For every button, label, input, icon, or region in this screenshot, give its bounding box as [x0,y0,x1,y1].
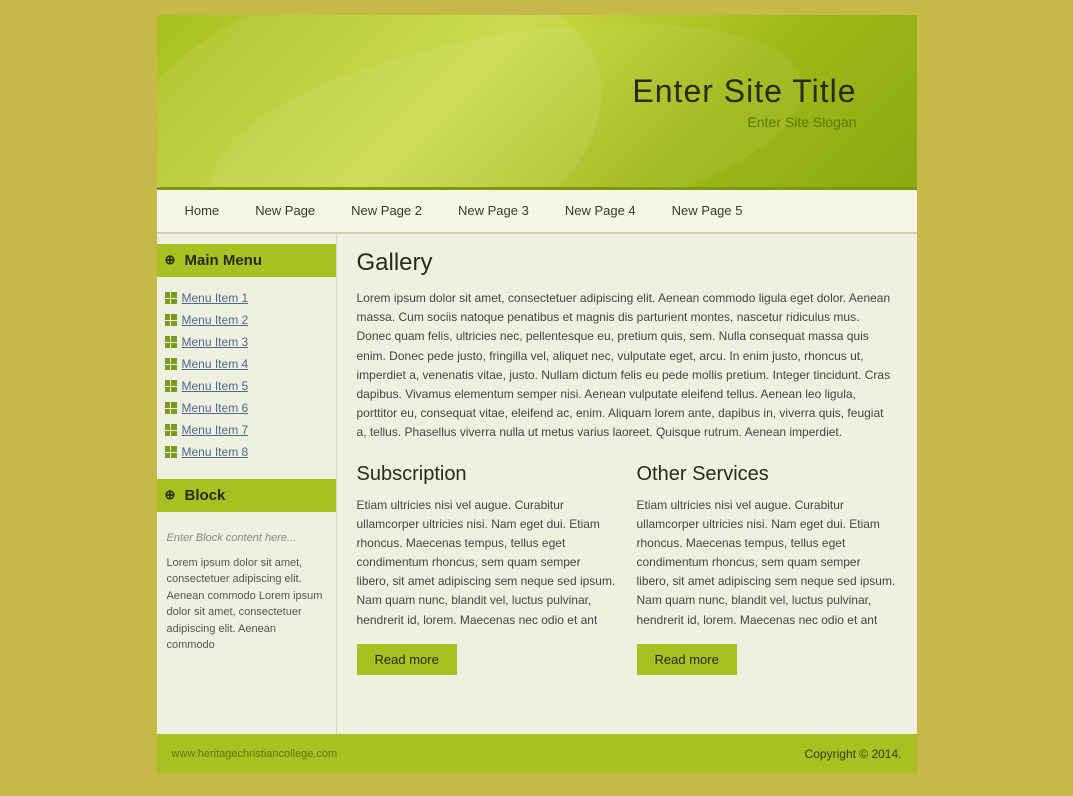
nav-new-page-4[interactable]: New Page 4 [547,189,654,233]
sidebar-item-5[interactable]: Menu Item 5 [157,375,336,397]
subscription-read-more-button[interactable]: Read more [357,644,457,675]
nav-new-page-3[interactable]: New Page 3 [440,189,547,233]
sidebar-item-8[interactable]: Menu Item 8 [157,441,336,463]
block-placeholder: Enter Block content here... [167,530,326,547]
grid-icon-3 [165,336,177,348]
subscription-title: Subscription [357,463,617,486]
other-services-title: Other Services [637,463,897,486]
site-slogan: Enter Site Slogan [748,114,857,130]
sidebar-item-2[interactable]: Menu Item 2 [157,309,336,331]
sidebar-item-3[interactable]: Menu Item 3 [157,331,336,353]
two-column-section: Subscription Etiam ultricies nisi vel au… [357,463,897,675]
sidebar-item-1[interactable]: Menu Item 1 [157,287,336,309]
grid-icon-2 [165,314,177,326]
nav-new-page-2[interactable]: New Page 2 [333,189,440,233]
sidebar-item-4[interactable]: Menu Item 4 [157,353,336,375]
gallery-title: Gallery [357,249,897,277]
other-services-text: Etiam ultricies nisi vel augue. Curabitu… [637,496,897,630]
page-wrapper: Enter Site Title Enter Site Slogan Home … [157,15,917,774]
grid-icon-1 [165,292,177,304]
grid-icon-8 [165,446,177,458]
block-content: Enter Block content here... Lorem ipsum … [157,522,336,662]
nav-new-page[interactable]: New Page [237,189,333,233]
subscription-col: Subscription Etiam ultricies nisi vel au… [357,463,617,675]
main-area: Main Menu Menu Item 1 Menu Item 2 Menu I… [157,234,917,734]
block-text: Lorem ipsum dolor sit amet, consectetuer… [167,555,326,654]
site-footer: www.heritagechristiancollege.com Copyrig… [157,734,917,774]
gallery-text: Lorem ipsum dolor sit amet, consectetuer… [357,289,897,443]
sidebar-item-6[interactable]: Menu Item 6 [157,397,336,419]
grid-icon-6 [165,402,177,414]
footer-link[interactable]: www.heritagechristiancollege.com [172,748,338,760]
nav-bar: Home New Page New Page 2 New Page 3 New … [157,190,917,234]
sidebar: Main Menu Menu Item 1 Menu Item 2 Menu I… [157,234,337,734]
block-section: Block Enter Block content here... Lorem … [157,479,336,662]
content-area: Gallery Lorem ipsum dolor sit amet, cons… [337,234,917,734]
other-services-col: Other Services Etiam ultricies nisi vel … [637,463,897,675]
other-services-read-more-button[interactable]: Read more [637,644,737,675]
sidebar-item-7[interactable]: Menu Item 7 [157,419,336,441]
nav-new-page-5[interactable]: New Page 5 [654,189,761,233]
footer-copyright: Copyright © 2014. [805,747,902,761]
grid-icon-4 [165,358,177,370]
site-header: Enter Site Title Enter Site Slogan [157,15,917,190]
nav-home[interactable]: Home [167,189,238,233]
main-menu-title: Main Menu [157,244,336,277]
block-title: Block [157,479,336,512]
grid-icon-7 [165,424,177,436]
grid-icon-5 [165,380,177,392]
site-title: Enter Site Title [632,73,856,110]
subscription-text: Etiam ultricies nisi vel augue. Curabitu… [357,496,617,630]
